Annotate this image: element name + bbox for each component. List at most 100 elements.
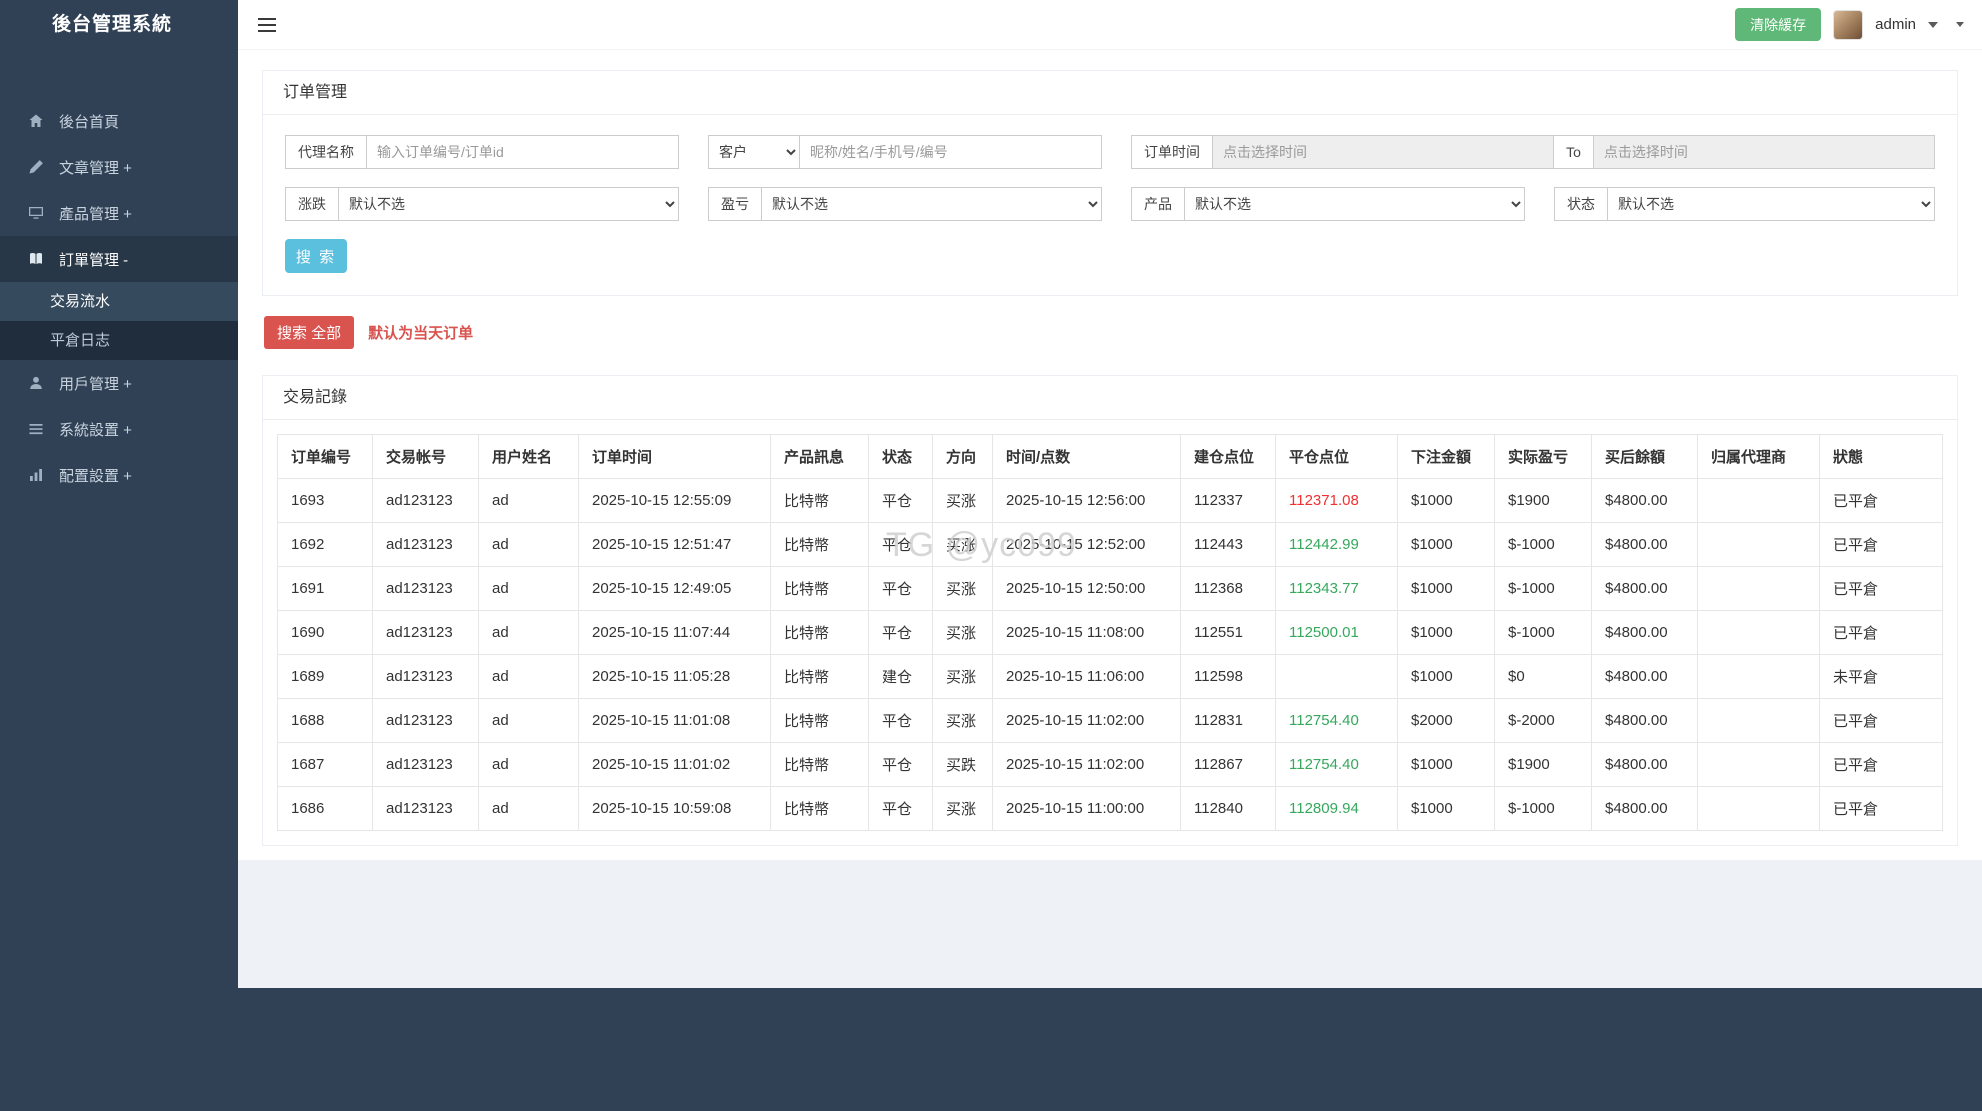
sidebar-item-label: 用戶管理 + bbox=[59, 375, 132, 393]
bet-amount-cell: $1000 bbox=[1397, 654, 1495, 699]
order-time-cell: 2025-10-15 11:07:44 bbox=[578, 610, 771, 655]
order-id-cell: 1689 bbox=[277, 654, 373, 699]
state-cell: 已平倉 bbox=[1819, 786, 1943, 831]
user-name-cell: ad bbox=[478, 522, 579, 567]
submenu-item-close-log[interactable]: 平倉日志 bbox=[0, 321, 238, 360]
actual-profit-cell: $0 bbox=[1494, 654, 1592, 699]
open-point-cell: 112551 bbox=[1180, 610, 1276, 655]
submenu-item-transactions[interactable]: 交易流水 bbox=[0, 282, 238, 321]
table-wrap: 订单编号 交易帐号 用户姓名 订单时间 产品訊息 状态 方向 时间/点数 建仓点位 平仓点位 下注金… bbox=[263, 420, 1957, 845]
profit-filter-group: 盈亏 默认不选 bbox=[708, 187, 1102, 221]
table-row: 1689 ad123123 ad 2025-10-15 11:05:28 比特幣 建仓 买涨… bbox=[277, 654, 1943, 699]
page-content: 订单管理 代理名称 客户 bbox=[238, 50, 1982, 860]
column-header: 下注金額 bbox=[1397, 434, 1495, 479]
product-select[interactable]: 默认不选 bbox=[1185, 187, 1525, 221]
sidebar-item-label: 後台首頁 bbox=[59, 113, 120, 131]
actual-profit-cell: $-1000 bbox=[1494, 610, 1592, 655]
table-row: 1690 ad123123 ad 2025-10-15 11:07:44 比特幣 平仓 买涨… bbox=[277, 610, 1943, 655]
direction-cell: 买涨 bbox=[932, 478, 993, 523]
time-point-cell: 2025-10-15 11:08:00 bbox=[992, 610, 1181, 655]
close-point-cell: 112500.01 bbox=[1275, 610, 1398, 655]
product-cell: 比特幣 bbox=[770, 478, 869, 523]
agent-filter-input[interactable] bbox=[367, 135, 679, 169]
records-card: 交易記錄 订单编号 交易帐号 用户姓名 订单时间 产品訊息 状态 方向 时间/点数 建仓点位 平仓… bbox=[262, 375, 1958, 846]
time-from-input[interactable] bbox=[1213, 135, 1555, 169]
status-filter-label: 状态 bbox=[1554, 187, 1608, 221]
sidebar-item-system[interactable]: 系統設置 + bbox=[0, 406, 238, 452]
balance-after-cell: $4800.00 bbox=[1591, 654, 1698, 699]
updown-filter-label: 涨跌 bbox=[285, 187, 339, 221]
dropdown-caret-icon[interactable] bbox=[1956, 22, 1964, 27]
close-point-cell: 112371.08 bbox=[1275, 478, 1398, 523]
product-cell: 比特幣 bbox=[770, 610, 869, 655]
user-dropdown-caret-icon[interactable] bbox=[1928, 21, 1938, 28]
search-button[interactable]: 搜 索 bbox=[285, 239, 347, 273]
balance-after-cell: $4800.00 bbox=[1591, 478, 1698, 523]
avatar[interactable] bbox=[1833, 9, 1864, 40]
sidebar-item-articles[interactable]: 文章管理 + bbox=[0, 144, 238, 190]
filter-row-1: 代理名称 客户 订单时间 To bbox=[285, 135, 1936, 169]
close-point-cell: 112343.77 bbox=[1275, 566, 1398, 611]
agent-cell bbox=[1697, 610, 1820, 655]
order-id-cell: 1690 bbox=[277, 610, 373, 655]
agent-filter-group: 代理名称 bbox=[285, 135, 679, 169]
sidebar-item-config[interactable]: 配置設置 + bbox=[0, 452, 238, 498]
user-name-cell: ad bbox=[478, 742, 579, 787]
profit-select[interactable]: 默认不选 bbox=[762, 187, 1102, 221]
profit-filter-label: 盈亏 bbox=[708, 187, 762, 221]
bet-amount-cell: $1000 bbox=[1397, 786, 1495, 831]
direction-cell: 买涨 bbox=[932, 522, 993, 567]
sidebar-item-label: 產品管理 + bbox=[59, 205, 132, 223]
sidebar-item-orders[interactable]: 訂單管理 - bbox=[0, 236, 238, 282]
order-id-cell: 1692 bbox=[277, 522, 373, 567]
product-cell: 比特幣 bbox=[770, 522, 869, 567]
column-header: 时间/点数 bbox=[992, 434, 1181, 479]
status-select[interactable]: 默认不选 bbox=[1608, 187, 1935, 221]
sidebar-item-home[interactable]: 後台首頁 bbox=[0, 98, 238, 144]
customer-filter-input[interactable] bbox=[800, 135, 1102, 169]
column-header: 用户姓名 bbox=[478, 434, 579, 479]
product-cell: 比特幣 bbox=[770, 742, 869, 787]
state-cell: 已平倉 bbox=[1819, 478, 1943, 523]
user-name-cell: ad bbox=[478, 610, 579, 655]
column-header: 产品訊息 bbox=[770, 434, 869, 479]
open-point-cell: 112867 bbox=[1180, 742, 1276, 787]
product-filter-group: 产品 默认不选 bbox=[1131, 187, 1525, 221]
balance-after-cell: $4800.00 bbox=[1591, 698, 1698, 743]
article-icon bbox=[26, 159, 46, 175]
time-point-cell: 2025-10-15 11:06:00 bbox=[992, 654, 1181, 699]
topbar: 清除緩存 admin bbox=[238, 0, 1982, 50]
column-header: 交易帐号 bbox=[372, 434, 479, 479]
status-cell: 建仓 bbox=[868, 654, 933, 699]
direction-cell: 买涨 bbox=[932, 610, 993, 655]
default-order-note: 默认为当天订单 bbox=[368, 325, 474, 342]
order-time-label: 订单时间 bbox=[1131, 135, 1213, 169]
column-header: 订单编号 bbox=[277, 434, 373, 479]
bet-amount-cell: $1000 bbox=[1397, 522, 1495, 567]
customer-filter-group: 客户 bbox=[708, 135, 1102, 169]
order-time-cell: 2025-10-15 11:01:02 bbox=[578, 742, 771, 787]
updown-filter-group: 涨跌 默认不选 bbox=[285, 187, 679, 221]
time-to-input[interactable] bbox=[1593, 135, 1936, 169]
agent-filter-label: 代理名称 bbox=[285, 135, 367, 169]
hamburger-menu-icon[interactable] bbox=[238, 0, 296, 50]
sidebar-item-users[interactable]: 用戶管理 + bbox=[0, 360, 238, 406]
search-all-button[interactable]: 搜索 全部 bbox=[264, 316, 355, 349]
updown-select[interactable]: 默认不选 bbox=[339, 187, 679, 221]
customer-type-select[interactable]: 客户 bbox=[708, 135, 800, 169]
close-point-cell bbox=[1275, 654, 1398, 699]
product-cell: 比特幣 bbox=[770, 786, 869, 831]
account-cell: ad123123 bbox=[372, 478, 479, 523]
open-point-cell: 112368 bbox=[1180, 566, 1276, 611]
to-label: To bbox=[1554, 135, 1594, 169]
sidebar-item-products[interactable]: 產品管理 + bbox=[0, 190, 238, 236]
order-time-cell: 2025-10-15 11:01:08 bbox=[578, 698, 771, 743]
orders-submenu: 交易流水 平倉日志 bbox=[0, 282, 238, 360]
open-point-cell: 112337 bbox=[1180, 478, 1276, 523]
user-name-cell: ad bbox=[478, 786, 579, 831]
close-point-cell: 112442.99 bbox=[1275, 522, 1398, 567]
user-name-cell: ad bbox=[478, 698, 579, 743]
clear-cache-button[interactable]: 清除緩存 bbox=[1735, 8, 1822, 41]
table-row: 1692 ad123123 ad 2025-10-15 12:51:47 比特幣 平仓 买涨… bbox=[277, 522, 1943, 567]
topbar-right: 清除緩存 admin bbox=[1735, 8, 1964, 41]
